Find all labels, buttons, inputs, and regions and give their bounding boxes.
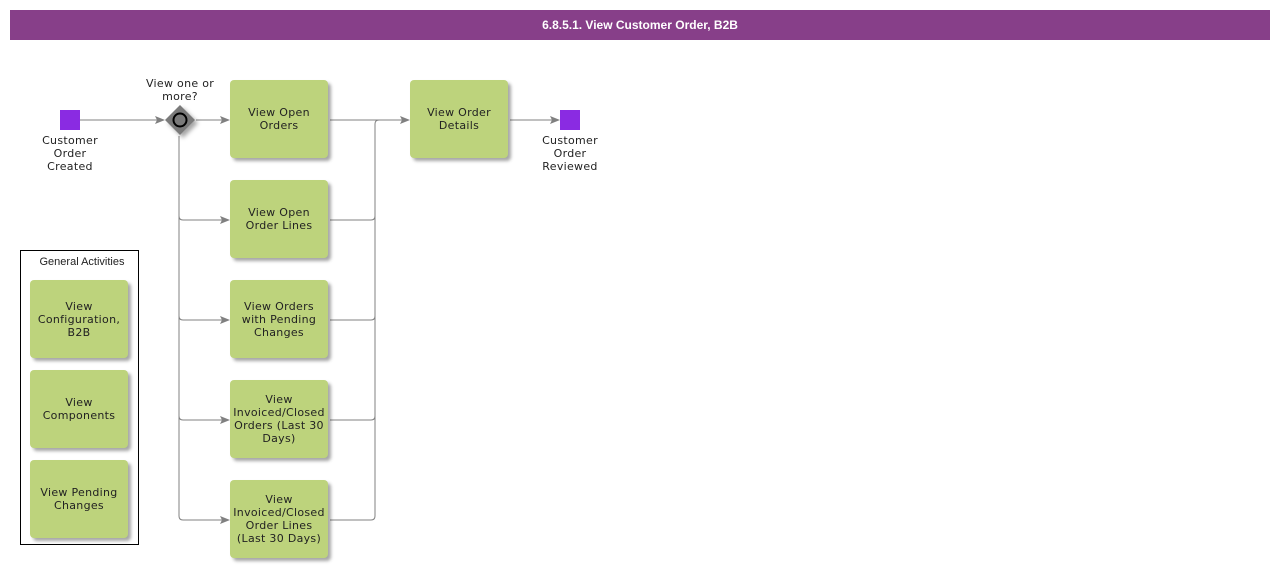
gateway-label: View one or more? bbox=[145, 77, 215, 103]
gateway-circle-icon bbox=[172, 112, 188, 128]
end-event-label: Customer Order Reviewed bbox=[542, 134, 598, 173]
flow-open-order-lines-merge bbox=[330, 215, 376, 221]
flow-gateway-to-pending-changes bbox=[178, 315, 230, 324]
task-view-open-orders[interactable]: View Open Orders bbox=[230, 80, 328, 158]
task-view-invoiced-closed-order-lines[interactable]: View Invoiced/Closed Order Lines (Last 3… bbox=[230, 480, 328, 558]
flow-gateway-to-invoiced-orders bbox=[178, 415, 230, 424]
flow-gateway-branch-trunk bbox=[178, 136, 230, 524]
task-view-components[interactable]: View Components bbox=[30, 370, 128, 448]
task-view-order-details[interactable]: View Order Details bbox=[410, 80, 508, 158]
task-view-configuration-b2b[interactable]: View Configuration, B2B bbox=[30, 280, 128, 358]
start-event-customer-order-created[interactable] bbox=[60, 110, 80, 130]
flow-invoiced-orders-merge bbox=[330, 415, 376, 421]
flow-pending-changes-merge bbox=[330, 315, 376, 321]
task-view-orders-pending-changes[interactable]: View Orders with Pending Changes bbox=[230, 280, 328, 358]
flow-gateway-to-open-order-lines bbox=[178, 215, 230, 224]
start-event-label: Customer Order Created bbox=[42, 134, 98, 173]
end-event-customer-order-reviewed[interactable] bbox=[560, 110, 580, 130]
inclusive-gateway[interactable] bbox=[165, 105, 195, 135]
task-view-invoiced-closed-orders[interactable]: View Invoiced/Closed Orders (Last 30 Day… bbox=[230, 380, 328, 458]
task-view-open-order-lines[interactable]: View Open Order Lines bbox=[230, 180, 328, 258]
task-view-pending-changes[interactable]: View Pending Changes bbox=[30, 460, 128, 538]
general-activities-title: General Activities bbox=[39, 256, 125, 268]
